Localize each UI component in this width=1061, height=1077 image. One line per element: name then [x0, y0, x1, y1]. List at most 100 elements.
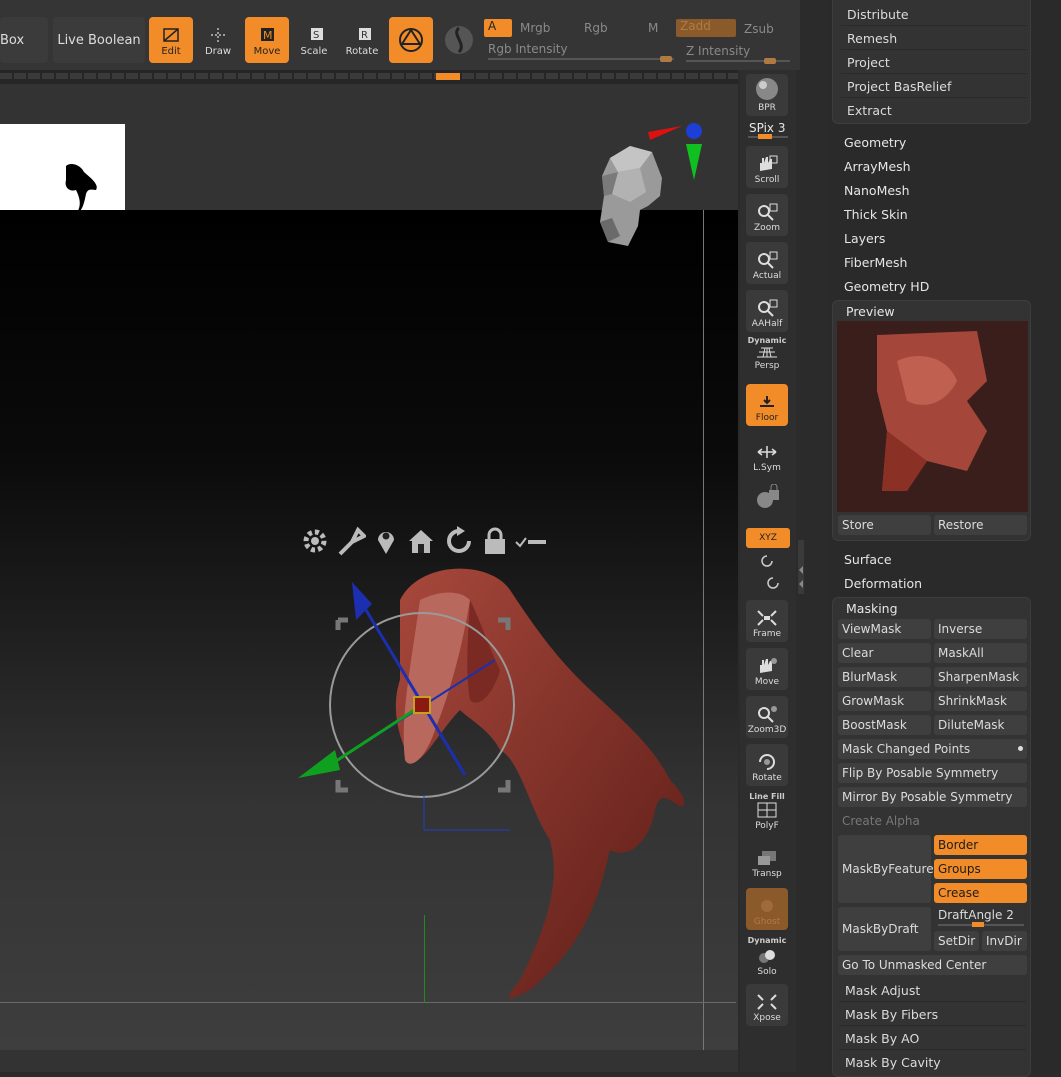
actual-button[interactable]: Actual	[746, 242, 788, 284]
preview-header[interactable]: Preview	[846, 304, 895, 319]
solo-button[interactable]: Dynamic Solo	[746, 934, 788, 980]
create-alpha-button[interactable]: Create Alpha	[838, 811, 1027, 831]
inverse-button[interactable]: Inverse	[934, 619, 1027, 639]
rgb-intensity-handle[interactable]	[660, 56, 672, 62]
zoom3d-button[interactable]: Zoom3D	[746, 696, 788, 738]
mask-by-ao-header[interactable]: Mask By AO	[839, 1027, 1026, 1050]
check-minus-icon[interactable]	[514, 530, 548, 554]
flip-by-posable-symmetry-button[interactable]: Flip By Posable Symmetry	[838, 763, 1027, 783]
crease-toggle[interactable]: Crease	[934, 883, 1027, 903]
mask-adjust-header[interactable]: Mask Adjust	[839, 979, 1026, 1002]
xpose-button[interactable]: Xpose	[746, 984, 788, 1026]
project-basrelief-button[interactable]: Project BasRelief	[841, 75, 1028, 98]
aahalf-button[interactable]: AAHalf	[746, 290, 788, 332]
arraymesh-header[interactable]: ArrayMesh	[844, 159, 911, 174]
rotate-z-icon[interactable]	[766, 576, 780, 590]
maskbydraft-button[interactable]: MaskByDraft	[838, 907, 931, 951]
splitter-arrows-icon[interactable]	[796, 540, 806, 594]
thick-skin-header[interactable]: Thick Skin	[844, 207, 908, 222]
blurmask-button[interactable]: BlurMask	[838, 667, 931, 687]
home-icon[interactable]	[406, 526, 436, 556]
pin-icon[interactable]	[338, 526, 366, 556]
rotate-button[interactable]: R Rotate	[340, 17, 384, 63]
scroll-button[interactable]: Scroll	[746, 146, 788, 188]
maskall-button[interactable]: MaskAll	[934, 643, 1027, 663]
dilutemask-button[interactable]: DiluteMask	[934, 715, 1027, 735]
move-button[interactable]: M Move	[245, 17, 289, 63]
invdir-button[interactable]: InvDir	[982, 931, 1027, 951]
geometry-hd-header[interactable]: Geometry HD	[844, 279, 929, 294]
timeline-marker[interactable]	[436, 73, 460, 80]
fibermesh-header[interactable]: FiberMesh	[844, 255, 907, 270]
gear-icon[interactable]	[300, 526, 330, 556]
clear-button[interactable]: Clear	[838, 643, 931, 663]
bpr-button[interactable]: BPR	[746, 74, 788, 116]
viewmask-button[interactable]: ViewMask	[838, 619, 931, 639]
live-boolean-button[interactable]: Live Boolean	[53, 17, 145, 63]
xyz-button[interactable]: XYZ	[746, 528, 790, 548]
rotate-view-button[interactable]: Rotate	[746, 744, 788, 786]
preview-window[interactable]	[837, 321, 1028, 512]
maskbyfeature-button[interactable]: MaskByFeature	[838, 835, 934, 903]
edit-button[interactable]: Edit	[149, 17, 193, 63]
timeline-strip[interactable]	[0, 70, 738, 84]
groups-toggle[interactable]: Groups	[934, 859, 1027, 879]
store-button[interactable]: Store	[838, 515, 931, 535]
polyf-button[interactable]: Line Fill PolyF	[746, 790, 788, 834]
spix-handle[interactable]	[758, 134, 772, 139]
draw-button[interactable]: Draw	[196, 17, 240, 63]
z-intensity-slider[interactable]	[686, 58, 790, 64]
move-view-button[interactable]: Move	[746, 648, 788, 690]
persp-button[interactable]: Dynamic Persp	[746, 334, 788, 374]
rgb-intensity-slider[interactable]	[488, 56, 674, 62]
lock-icon[interactable]	[482, 526, 508, 556]
surface-header[interactable]: Surface	[844, 552, 892, 567]
material-sphere-icon[interactable]	[443, 24, 475, 56]
layers-header[interactable]: Layers	[844, 231, 885, 246]
setdir-button[interactable]: SetDir	[934, 931, 979, 951]
nav-head-icon[interactable]	[590, 118, 710, 250]
zoom-button[interactable]: Zoom	[746, 194, 788, 236]
scale-button[interactable]: S Scale	[292, 17, 336, 63]
lsym-button[interactable]: L.Sym	[746, 434, 788, 476]
distribute-button[interactable]: Distribute	[841, 3, 1028, 26]
restore-button[interactable]: Restore	[934, 515, 1027, 535]
frame-button[interactable]: Frame	[746, 600, 788, 642]
nanomesh-header[interactable]: NanoMesh	[844, 183, 910, 198]
ghost-button[interactable]: Ghost	[746, 888, 788, 930]
draftangle-slider[interactable]: DraftAngle 2	[934, 907, 1027, 927]
rgb-toggle[interactable]: Rgb	[584, 21, 608, 35]
masking-header[interactable]: Masking	[846, 601, 898, 616]
go-to-unmasked-center-button[interactable]: Go To Unmasked Center	[838, 955, 1027, 975]
m-toggle[interactable]: M	[648, 21, 658, 35]
zsub-toggle[interactable]: Zsub	[744, 22, 774, 36]
location-pin-icon[interactable]	[374, 526, 398, 556]
spix-slider[interactable]	[748, 134, 788, 139]
shrinkmask-button[interactable]: ShrinkMask	[934, 691, 1027, 711]
remesh-button[interactable]: Remesh	[841, 27, 1028, 50]
project-button[interactable]: Project	[841, 51, 1028, 74]
box-button[interactable]: Box	[0, 17, 48, 63]
transp-button[interactable]: Transp	[746, 840, 788, 882]
mask-by-fibers-header[interactable]: Mask By Fibers	[839, 1003, 1026, 1026]
boostmask-button[interactable]: BoostMask	[838, 715, 931, 735]
sharpenmask-button[interactable]: SharpenMask	[934, 667, 1027, 687]
growmask-button[interactable]: GrowMask	[838, 691, 931, 711]
draftangle-handle[interactable]	[972, 922, 984, 927]
zadd-toggle[interactable]: Zadd	[676, 19, 736, 37]
mask-changed-points-button[interactable]: Mask Changed Points	[838, 739, 1027, 759]
rotate-y-icon[interactable]	[760, 554, 774, 568]
lock-camera-icon[interactable]	[753, 484, 783, 514]
extract-button[interactable]: Extract	[841, 99, 1028, 122]
a-toggle[interactable]: A	[484, 19, 512, 37]
sculpt-mesh[interactable]	[290, 560, 710, 1010]
reset-icon[interactable]	[444, 526, 474, 556]
border-toggle[interactable]: Border	[934, 835, 1027, 855]
floor-button[interactable]: Floor	[746, 384, 788, 426]
geometry-header[interactable]: Geometry	[844, 135, 906, 150]
mask-by-cavity-header[interactable]: Mask By Cavity	[839, 1051, 1026, 1074]
gizmo-button[interactable]	[389, 17, 433, 63]
mirror-by-posable-symmetry-button[interactable]: Mirror By Posable Symmetry	[838, 787, 1027, 807]
deformation-header[interactable]: Deformation	[844, 576, 922, 591]
z-intensity-handle[interactable]	[764, 58, 776, 64]
